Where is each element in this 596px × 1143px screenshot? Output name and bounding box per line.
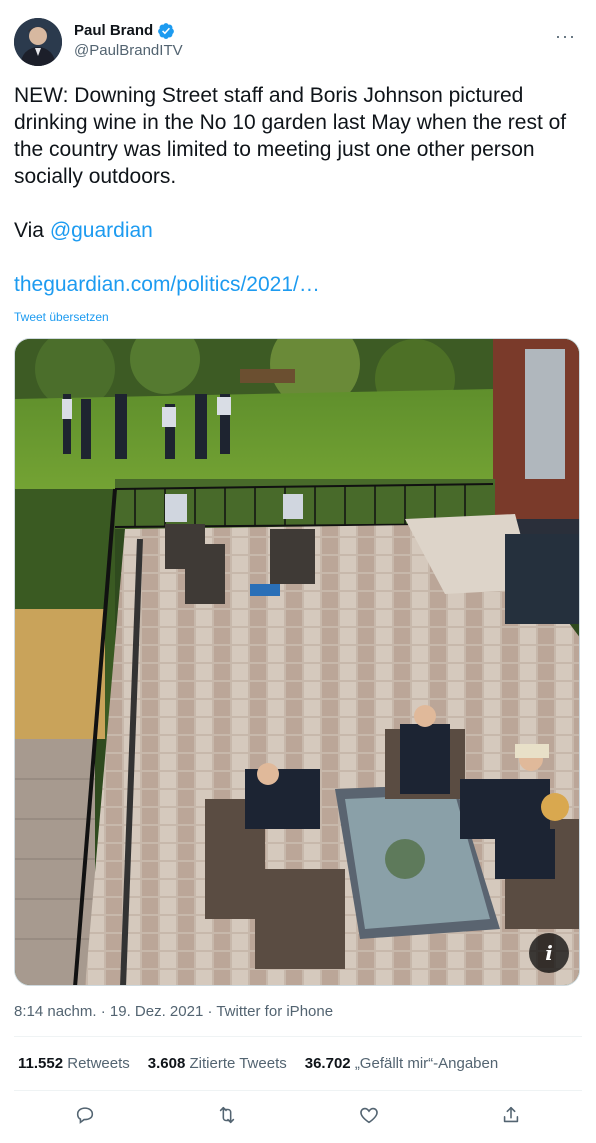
stat-label: Retweets — [67, 1055, 130, 1072]
stat-count: 11.552 — [18, 1055, 64, 1072]
info-badge-icon[interactable]: i — [529, 933, 569, 973]
article-link[interactable]: theguardian.com/politics/2021/… — [14, 273, 320, 296]
stat-label: „Gefällt mir“-Angaben — [354, 1055, 499, 1072]
stat-label: Zitierte Tweets — [189, 1055, 287, 1072]
stat-quote-tweets[interactable]: 3.608 Zitierte Tweets — [148, 1055, 287, 1072]
divider — [14, 1036, 582, 1037]
stat-count: 3.608 — [147, 1055, 186, 1072]
stat-count: 36.702 — [304, 1055, 351, 1072]
divider — [14, 1090, 582, 1091]
display-name[interactable]: Paul Brand — [74, 22, 183, 40]
tweet-timestamp[interactable]: 8:14 nachm. · 19. Dez. 2021 · Twitter fo… — [14, 1003, 333, 1020]
tweet-card: Paul Brand @PaulBrandITV ··· NEW: Downin… — [0, 0, 596, 1143]
tweet-via-line: Via @guardian — [14, 217, 584, 244]
tweet-actions — [14, 1100, 582, 1130]
like-icon[interactable] — [358, 1104, 380, 1126]
tweet-photo[interactable]: i — [14, 338, 580, 986]
stat-likes[interactable]: 36.702 „Gefällt mir“-Angaben — [305, 1055, 498, 1072]
share-icon[interactable] — [500, 1104, 522, 1126]
verified-badge-icon — [157, 22, 175, 40]
display-name-text[interactable]: Paul Brand — [74, 22, 153, 40]
user-handle[interactable]: @PaulBrandITV — [74, 41, 183, 61]
translate-tweet-link[interactable]: Tweet übersetzen — [14, 310, 109, 324]
user-names: Paul Brand @PaulBrandITV — [74, 22, 183, 61]
more-options-icon[interactable]: ··· — [555, 26, 576, 47]
tweet-text-main: NEW: Downing Street staff and Boris John… — [14, 84, 567, 188]
mention-link[interactable]: @guardian — [50, 219, 153, 242]
stat-retweets[interactable]: 11.552 Retweets — [18, 1055, 130, 1072]
tweet-header: Paul Brand @PaulBrandITV ··· — [14, 16, 582, 68]
garden-photo-image — [15, 339, 579, 985]
reply-icon[interactable] — [74, 1104, 96, 1126]
retweet-icon[interactable] — [216, 1104, 238, 1126]
tweet-stats: 11.552 Retweets 3.608 Zitierte Tweets 36… — [18, 1055, 498, 1072]
avatar[interactable] — [14, 18, 62, 66]
via-label: Via — [14, 219, 50, 242]
tweet-text: NEW: Downing Street staff and Boris John… — [14, 82, 584, 298]
